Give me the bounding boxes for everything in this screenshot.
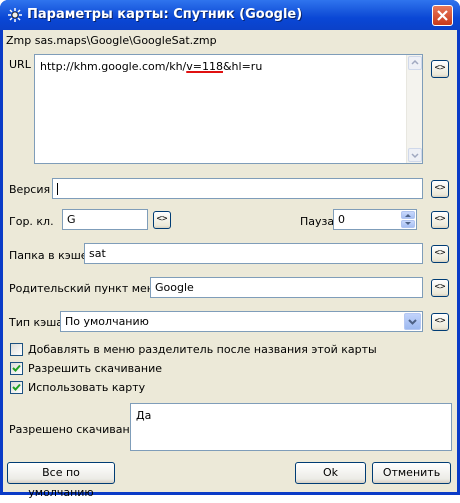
parent-menu-reset-button[interactable]: <> [431, 279, 449, 297]
ok-button[interactable]: Ok [295, 462, 366, 484]
cache-type-select[interactable]: По умолчанию [60, 311, 423, 332]
version-reset-button[interactable]: <> [431, 180, 449, 198]
title-bar[interactable]: Параметры карты: Спутник (Google) [0, 0, 460, 30]
url-scrollbar[interactable] [406, 55, 422, 163]
dialog-window: Параметры карты: Спутник (Google) Zmp sa… [0, 0, 460, 499]
spin-down-button[interactable] [401, 220, 415, 228]
cache-folder-reset-button[interactable]: <> [431, 245, 449, 263]
url-text-suffix: &hl=ru [222, 60, 263, 73]
download-info-memo[interactable]: Да [130, 403, 452, 451]
window-title: Параметры карты: Спутник (Google) [27, 7, 303, 22]
cache-type-value: По умолчанию [65, 315, 149, 328]
pause-label: Пауза [300, 215, 335, 228]
close-button[interactable] [432, 5, 453, 26]
hotkey-reset-button[interactable]: <> [153, 211, 171, 229]
url-text-prefix: http://khm.google.com/kh/ [40, 60, 187, 73]
zmp-path: Zmp sas.maps\Google\GoogleSat.zmp [6, 34, 217, 47]
reset-all-defaults-button[interactable]: Все по умолчанию [7, 462, 115, 499]
spin-up-button[interactable] [401, 211, 415, 219]
cache-folder-label: Папка в кэше [9, 249, 88, 262]
download-info-label: Разрешено скачивание [9, 423, 144, 436]
hotkey-label: Гор. кл. [9, 215, 54, 228]
scroll-down-arrow[interactable] [408, 148, 422, 162]
hotkey-input[interactable]: G [62, 209, 148, 230]
allow-download-label[interactable]: Разрешить скачивание [28, 362, 162, 375]
scroll-up-arrow[interactable] [408, 56, 422, 70]
spin-down-icon [405, 222, 411, 225]
cancel-button[interactable]: Отменить [372, 462, 451, 484]
scroll-down-icon [411, 153, 419, 159]
close-icon [437, 10, 448, 21]
pause-value: 0 [338, 213, 345, 226]
parent-menu-label: Родительский пункт меню [9, 282, 164, 295]
separator-checkbox-label[interactable]: Добавлять в меню разделитель после назва… [28, 343, 377, 356]
cache-type-label: Тип кэша [9, 316, 64, 329]
allow-download-checkbox[interactable] [10, 362, 23, 375]
scroll-up-icon [411, 59, 419, 65]
checkmark-icon [12, 364, 21, 372]
dialog-body: Zmp sas.maps\Google\GoogleSat.zmp URL ht… [3, 30, 457, 499]
cache-folder-input[interactable]: sat [84, 243, 423, 264]
chevron-down-icon [408, 319, 417, 325]
url-textarea[interactable]: http://khm.google.com/kh/v=118&hl=ru [34, 54, 423, 164]
text-caret [57, 183, 58, 195]
url-label: URL [9, 58, 31, 71]
cache-type-dropdown-button[interactable] [404, 313, 421, 330]
pause-spinner[interactable] [401, 211, 415, 228]
url-text-highlight: v=118 [186, 60, 223, 73]
url-reset-button[interactable]: <> [431, 60, 449, 78]
spin-up-icon [405, 214, 411, 217]
app-icon [8, 8, 22, 22]
version-input[interactable] [52, 178, 423, 199]
checkmark-icon [12, 383, 21, 391]
cache-type-reset-button[interactable]: <> [431, 313, 449, 331]
separator-checkbox[interactable] [10, 343, 23, 356]
use-map-label[interactable]: Использовать карту [28, 381, 145, 394]
use-map-checkbox[interactable] [10, 381, 23, 394]
pause-input[interactable]: 0 [333, 209, 417, 230]
pause-reset-button[interactable]: <> [431, 211, 449, 229]
parent-menu-input[interactable]: Google [150, 277, 423, 298]
version-label: Версия [9, 183, 51, 196]
